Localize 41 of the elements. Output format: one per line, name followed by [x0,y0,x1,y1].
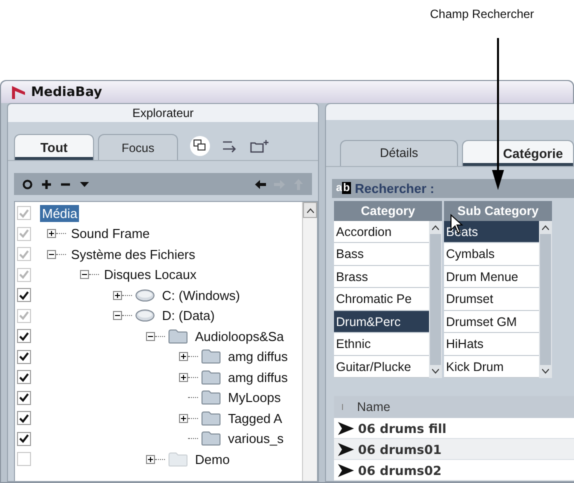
new-folder-icon[interactable] [250,139,270,153]
scroll-up-icon[interactable] [432,224,439,230]
logo-icon [11,84,27,100]
play-icon[interactable] [338,464,354,476]
tab[interactable]: Détails [340,140,458,166]
scroll-down-icon[interactable] [432,369,439,374]
scroll-up-icon[interactable] [306,208,314,212]
tab[interactable]: Tout [14,134,94,160]
arrow-icon[interactable] [222,139,238,153]
folder-icon [201,431,221,446]
tab[interactable]: Catégorie [462,140,574,166]
folder-icon [168,452,188,467]
drive-icon [135,309,155,322]
folder-icon [201,410,221,426]
folder-icon [201,390,221,406]
column-header[interactable]: Sub Category [444,200,552,220]
file-name[interactable]: 06 drums02 [358,462,442,478]
folder-icon [201,349,221,364]
folder-icon [201,370,221,385]
explorer-header: Explorateur [8,104,318,122]
scrollbar[interactable] [302,202,317,481]
play-icon[interactable] [338,442,354,456]
window-title: MediaBay [31,84,102,100]
scrollbar[interactable] [539,220,552,378]
plus-icon[interactable] [41,178,52,190]
search-field[interactable]: ab Rechercher : [332,178,574,198]
scrollbar[interactable] [429,220,442,378]
column-header[interactable]: Name [357,400,390,414]
list-item[interactable]: Drum&Perc [334,310,429,333]
circle-icon[interactable] [22,178,33,190]
play-icon[interactable] [338,422,354,434]
windows-icon[interactable] [190,136,210,156]
drive-icon [135,288,155,302]
tab[interactable]: Focus [98,134,178,160]
file-name[interactable]: 06 drums fill [358,420,446,436]
left-arrow-icon[interactable] [255,178,266,190]
scroll-down-icon[interactable] [542,369,549,374]
scroll-up-icon[interactable] [542,224,549,230]
folder-icon [168,328,188,344]
column-header[interactable]: Category [334,200,442,220]
callout-label: Champ Rechercher [430,7,534,21]
